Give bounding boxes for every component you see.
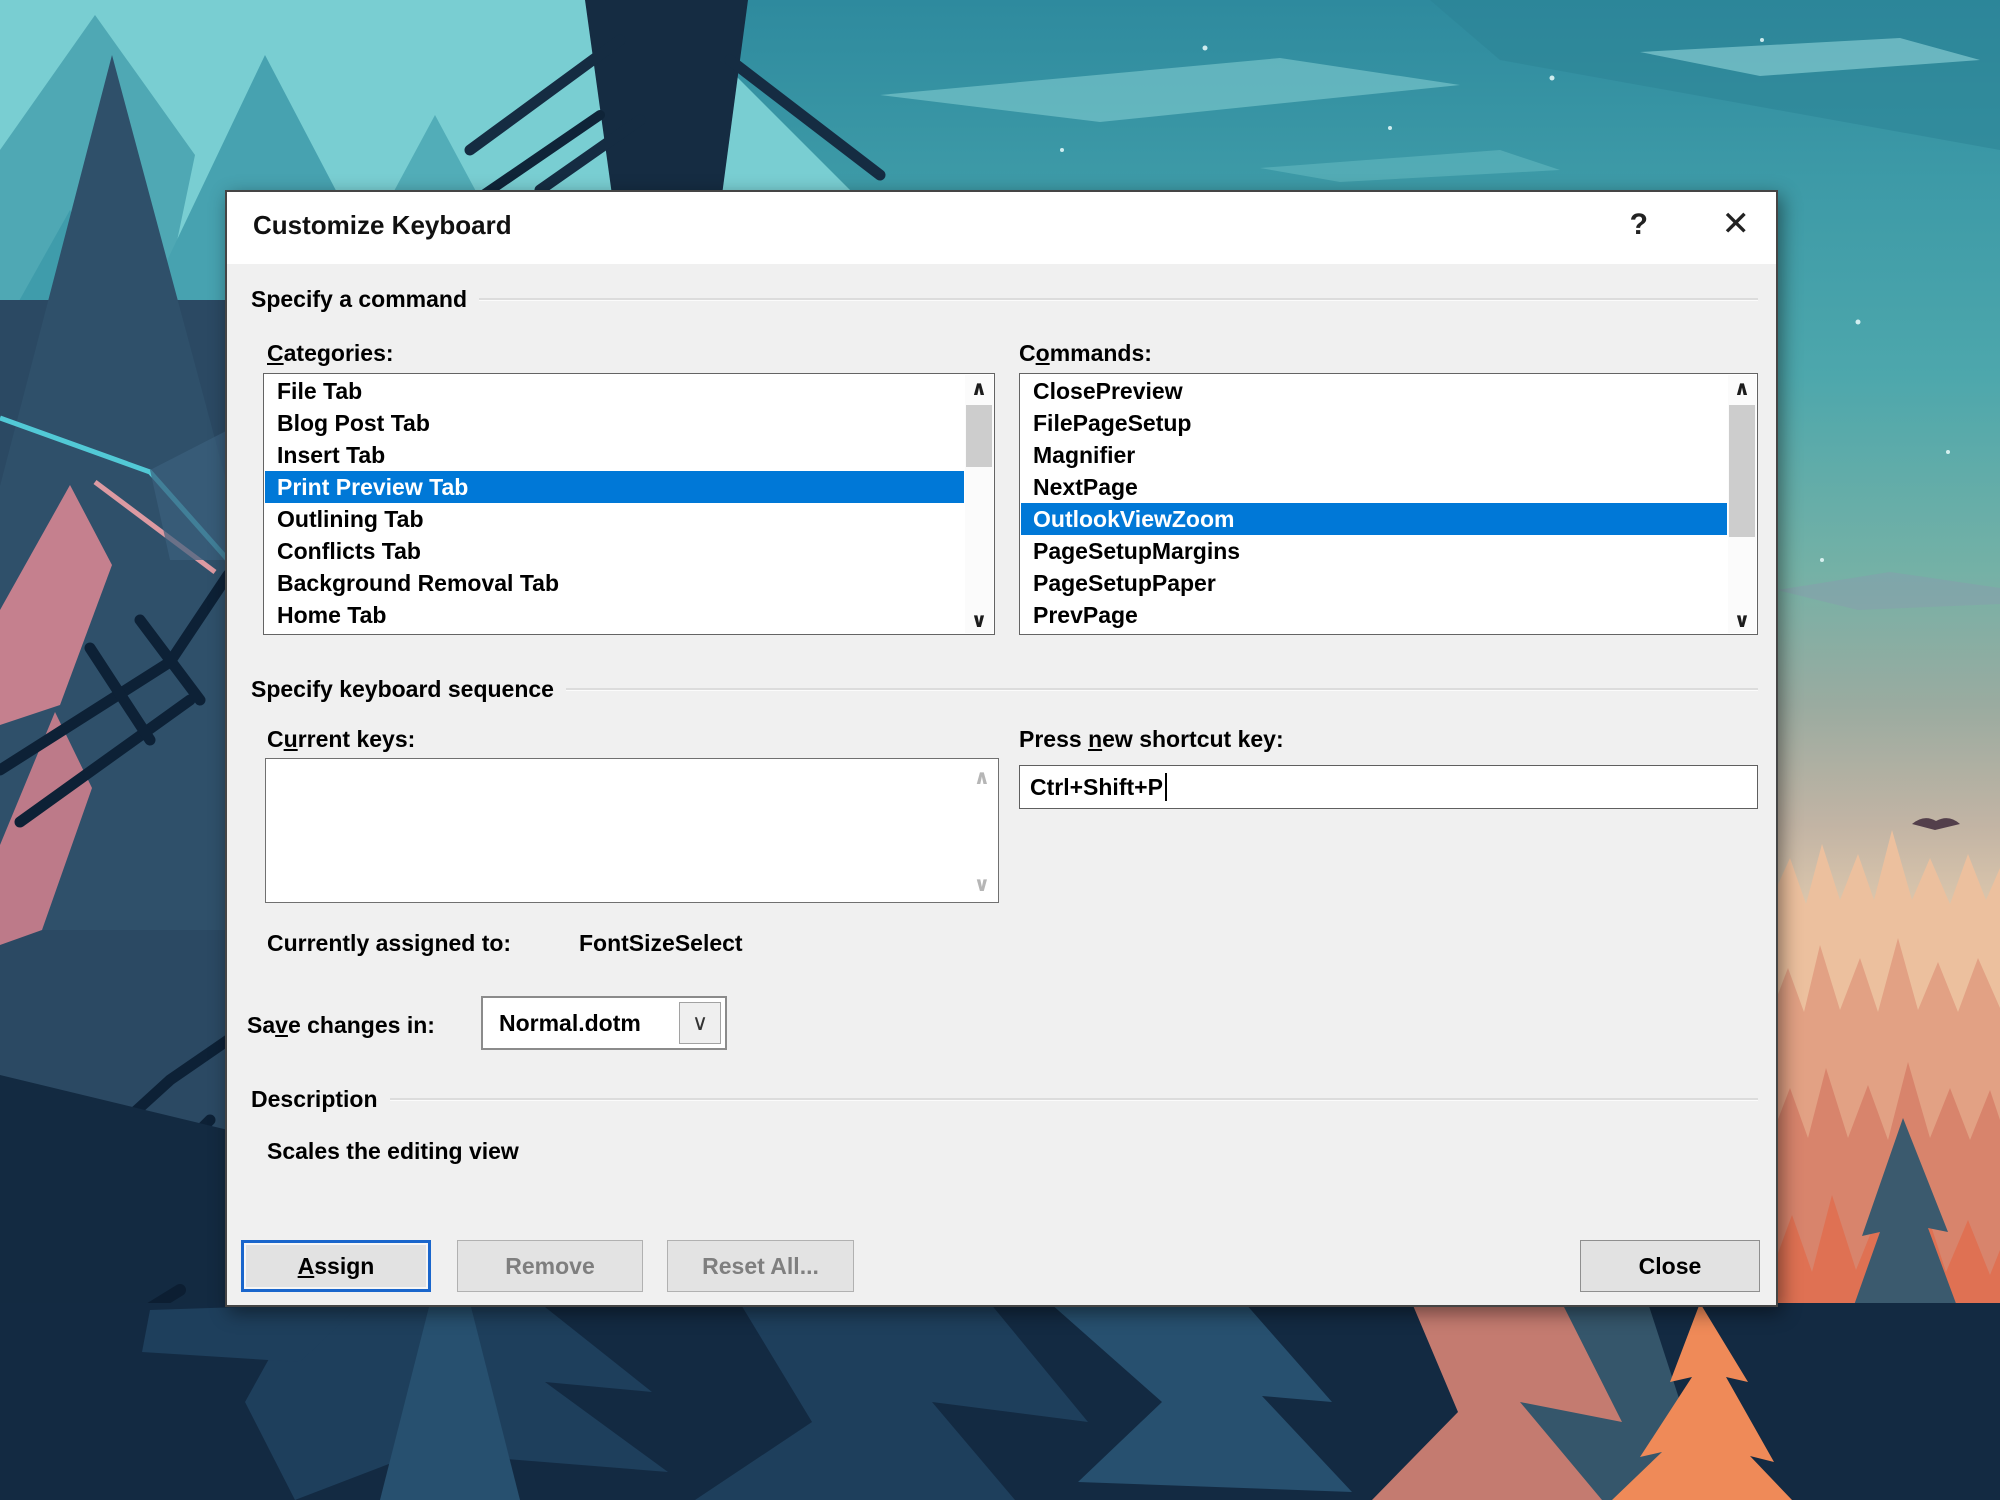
close-icon[interactable]: ✕ (1722, 204, 1751, 244)
list-item[interactable]: Insert Tab (265, 439, 964, 471)
customize-keyboard-dialog: Customize Keyboard ? ✕ Specify a command… (225, 190, 1778, 1307)
assign-button[interactable]: Assign (241, 1240, 431, 1292)
new-shortcut-input[interactable]: Ctrl+Shift+P (1019, 765, 1758, 809)
list-item[interactable]: FilePageSetup (1021, 407, 1727, 439)
list-item[interactable]: Print Preview Tab (265, 471, 964, 503)
list-item[interactable]: ClosePreview (1021, 375, 1727, 407)
scroll-up-arrow-icon[interactable]: ∧ (974, 765, 990, 789)
list-item[interactable]: File Tab (265, 375, 964, 407)
currently-assigned-value: FontSizeSelect (579, 930, 743, 957)
list-item[interactable]: NextPage (1021, 471, 1727, 503)
list-item[interactable]: PageSetupMargins (1021, 535, 1727, 567)
scroll-up-arrow-icon[interactable]: ∧ (1728, 375, 1756, 401)
scrollbar-thumb[interactable] (1729, 405, 1755, 537)
categories-label: Categories: (267, 340, 394, 367)
scroll-down-arrow-icon[interactable]: ∨ (965, 607, 993, 633)
commands-list-items: ClosePreviewFilePageSetupMagnifierNextPa… (1021, 375, 1727, 633)
currently-assigned-label: Currently assigned to: (267, 930, 511, 957)
commands-scrollbar[interactable]: ∧ ∨ (1728, 375, 1756, 633)
list-item[interactable]: OutlookViewZoom (1021, 503, 1727, 535)
scroll-down-arrow-icon[interactable]: ∨ (974, 872, 990, 896)
scroll-up-arrow-icon[interactable]: ∧ (965, 375, 993, 401)
remove-button[interactable]: Remove (457, 1240, 643, 1292)
save-changes-in-label: Save changes in: (247, 1012, 435, 1039)
list-item[interactable]: Background Removal Tab (265, 567, 964, 599)
categories-scrollbar[interactable]: ∧ ∨ (965, 375, 993, 633)
save-changes-selected-value: Normal.dotm (499, 998, 641, 1048)
current-keys-label: Current keys: (267, 726, 415, 753)
dialog-title: Customize Keyboard (253, 210, 512, 241)
current-keys-listbox[interactable]: ∧ ∨ (265, 758, 999, 903)
group-divider (566, 688, 1758, 691)
list-item[interactable]: Home Tab (265, 599, 964, 631)
list-item[interactable]: Magnifier (1021, 439, 1727, 471)
commands-listbox[interactable]: ClosePreviewFilePageSetupMagnifierNextPa… (1019, 373, 1758, 635)
categories-list-items: File TabBlog Post TabInsert TabPrint Pre… (265, 375, 964, 633)
list-item[interactable]: PrevPage (1021, 599, 1727, 631)
group-divider (390, 1098, 1758, 1101)
group-divider (479, 298, 1758, 301)
save-changes-dropdown[interactable]: Normal.dotm ∨ (481, 996, 727, 1050)
new-shortcut-value: Ctrl+Shift+P (1030, 774, 1163, 801)
scrollbar-thumb[interactable] (966, 405, 992, 467)
specify-sequence-label: Specify keyboard sequence (251, 676, 554, 703)
list-item[interactable]: Blog Post Tab (265, 407, 964, 439)
dialog-titlebar: Customize Keyboard ? ✕ (227, 192, 1776, 264)
description-group-header: Description (251, 1086, 1758, 1113)
description-text: Scales the editing view (267, 1138, 519, 1165)
list-item[interactable]: Outlining Tab (265, 503, 964, 535)
specify-command-label: Specify a command (251, 286, 467, 313)
commands-label: Commands: (1019, 340, 1152, 367)
reset-all-button[interactable]: Reset All... (667, 1240, 854, 1292)
help-icon[interactable]: ? (1630, 208, 1648, 242)
press-new-shortcut-label: Press new shortcut key: (1019, 726, 1284, 753)
close-button[interactable]: Close (1580, 1240, 1760, 1292)
text-caret (1165, 773, 1167, 801)
specify-command-group-header: Specify a command (251, 286, 1758, 313)
specify-sequence-group-header: Specify keyboard sequence (251, 676, 1758, 703)
list-item[interactable]: Conflicts Tab (265, 535, 964, 567)
categories-listbox[interactable]: File TabBlog Post TabInsert TabPrint Pre… (263, 373, 995, 635)
scroll-down-arrow-icon[interactable]: ∨ (1728, 607, 1756, 633)
list-item[interactable]: PageSetupPaper (1021, 567, 1727, 599)
description-label: Description (251, 1086, 378, 1113)
chevron-down-icon[interactable]: ∨ (679, 1002, 721, 1044)
